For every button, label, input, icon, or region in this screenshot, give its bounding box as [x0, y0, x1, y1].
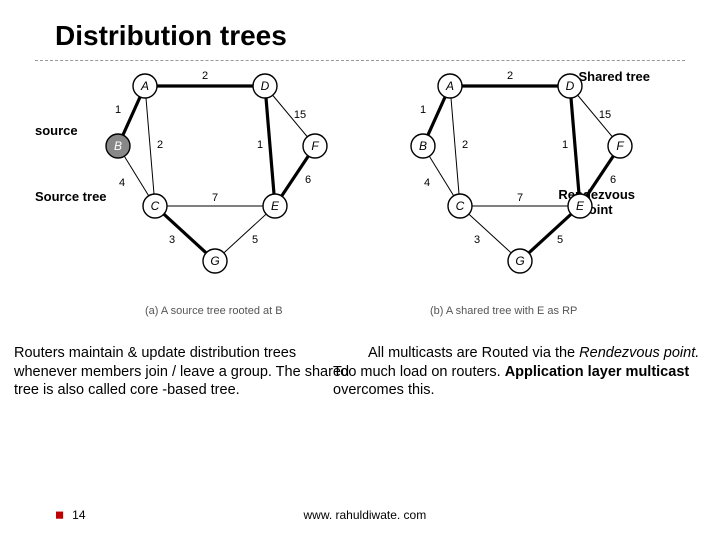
svg-text:3: 3 — [169, 234, 175, 246]
svg-text:B: B — [114, 139, 122, 153]
paragraph-right-2: Too much load on routers. Application la… — [333, 363, 706, 400]
svg-text:7: 7 — [212, 192, 218, 204]
para-r2a: Too much load on routers. — [333, 364, 505, 380]
bullet-icon: ◼ — [55, 508, 64, 522]
graph-left: 2 1 2 15 1 4 6 7 3 5 A D B F C E G — [100, 61, 335, 296]
svg-text:2: 2 — [202, 70, 208, 82]
page-number: 14 — [72, 508, 85, 522]
svg-text:1: 1 — [115, 104, 121, 116]
svg-text:E: E — [576, 199, 585, 213]
paragraph-left: Routers maintain & update distribution t… — [14, 344, 352, 400]
paragraph-right: All multicasts are Routed via the Rendez… — [368, 344, 706, 400]
svg-text:C: C — [151, 199, 160, 213]
svg-text:G: G — [210, 254, 219, 268]
figure-area: Shared tree source Source tree Rendezvou… — [35, 61, 685, 326]
svg-text:6: 6 — [610, 174, 616, 186]
svg-text:1: 1 — [257, 139, 263, 151]
svg-text:1: 1 — [420, 104, 426, 116]
svg-text:5: 5 — [252, 234, 258, 246]
svg-text:F: F — [311, 139, 319, 153]
svg-text:A: A — [445, 79, 454, 93]
svg-text:15: 15 — [599, 109, 611, 121]
footer-url: www. rahuldiwate. com — [304, 508, 427, 522]
svg-text:2: 2 — [507, 70, 513, 82]
caption-a: (a) A source tree rooted at B — [145, 305, 283, 317]
svg-text:5: 5 — [557, 234, 563, 246]
para-r1a: All multicasts are Routed via the — [368, 345, 579, 361]
paragraph-right-1: All multicasts are Routed via the Rendez… — [368, 344, 706, 363]
svg-text:15: 15 — [294, 109, 306, 121]
footer: ◼ 14 www. rahuldiwate. com — [0, 508, 720, 522]
svg-text:4: 4 — [424, 177, 430, 189]
svg-text:7: 7 — [517, 192, 523, 204]
svg-text:1: 1 — [562, 139, 568, 151]
svg-text:D: D — [261, 79, 270, 93]
svg-text:C: C — [456, 199, 465, 213]
caption-b: (b) A shared tree with E as RP — [430, 305, 577, 317]
svg-text:4: 4 — [119, 177, 125, 189]
svg-text:D: D — [566, 79, 575, 93]
svg-text:3: 3 — [474, 234, 480, 246]
para-r1b: Rendezvous point. — [579, 345, 699, 361]
svg-text:E: E — [271, 199, 280, 213]
paragraph-row: Routers maintain & update distribution t… — [0, 326, 720, 400]
svg-text:2: 2 — [157, 139, 163, 151]
graph-right: 2 1 2 15 1 4 6 7 3 5 A D B F C E G — [405, 61, 640, 296]
svg-text:2: 2 — [462, 139, 468, 151]
label-source-tree: Source tree — [35, 189, 107, 204]
svg-text:A: A — [140, 79, 149, 93]
svg-text:G: G — [515, 254, 524, 268]
label-source: source — [35, 123, 78, 138]
slide-title: Distribution trees — [0, 0, 720, 52]
svg-text:6: 6 — [305, 174, 311, 186]
para-r2b: Application layer multicast — [505, 364, 690, 380]
svg-text:B: B — [419, 139, 427, 153]
svg-text:F: F — [616, 139, 624, 153]
para-r2c: overcomes this. — [333, 382, 435, 398]
